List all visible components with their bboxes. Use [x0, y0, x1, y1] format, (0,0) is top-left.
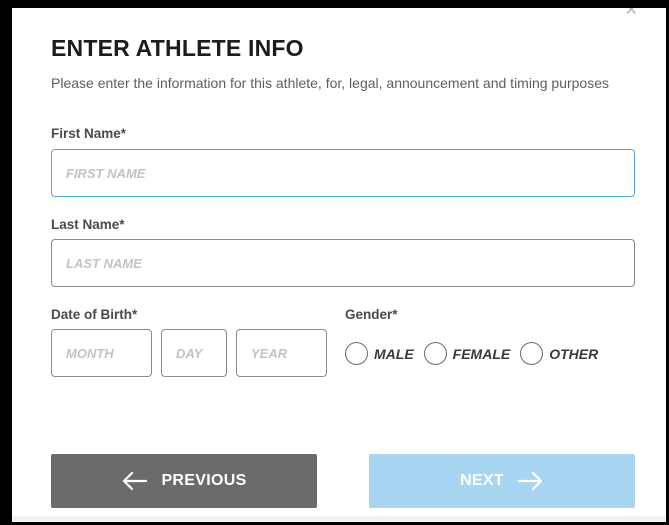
- next-button-label: NEXT: [460, 472, 504, 489]
- dob-day-input[interactable]: [161, 329, 227, 377]
- gender-label: Gender*: [345, 307, 398, 322]
- close-icon[interactable]: ✕: [625, 8, 638, 20]
- previous-button-label: PREVIOUS: [161, 472, 247, 489]
- gender-option-other[interactable]: OTHER: [520, 342, 598, 365]
- radio-circle-icon[interactable]: [423, 342, 447, 365]
- gender-option-label: FEMALE: [452, 345, 511, 362]
- date-of-birth-label: Date of Birth*: [51, 307, 138, 322]
- modal-bottom-divider: [12, 516, 666, 522]
- last-name-label: Last Name*: [51, 217, 125, 232]
- previous-button[interactable]: PREVIOUS: [51, 454, 317, 508]
- gender-option-male[interactable]: MALE: [345, 342, 414, 365]
- gender-radio-group: MALE FEMALE OTHER: [345, 342, 598, 365]
- radio-circle-icon[interactable]: [345, 342, 368, 365]
- dob-month-input[interactable]: [51, 329, 152, 377]
- radio-circle-icon[interactable]: [520, 342, 544, 365]
- gender-option-label: OTHER: [549, 345, 599, 362]
- gender-option-female[interactable]: FEMALE: [423, 342, 511, 365]
- athlete-info-modal: ✕ ENTER ATHLETE INFO Please enter the in…: [12, 8, 666, 522]
- first-name-input[interactable]: [51, 149, 635, 197]
- last-name-input[interactable]: [51, 239, 635, 287]
- arrow-left-icon: [121, 471, 148, 491]
- dob-year-input[interactable]: [236, 329, 327, 377]
- first-name-label: First Name*: [51, 126, 127, 141]
- page-title: ENTER ATHLETE INFO: [51, 35, 304, 61]
- form-description: Please enter the information for this at…: [51, 75, 610, 91]
- gender-option-label: MALE: [374, 345, 414, 362]
- next-button[interactable]: NEXT: [369, 454, 635, 508]
- arrow-right-icon: [517, 471, 544, 491]
